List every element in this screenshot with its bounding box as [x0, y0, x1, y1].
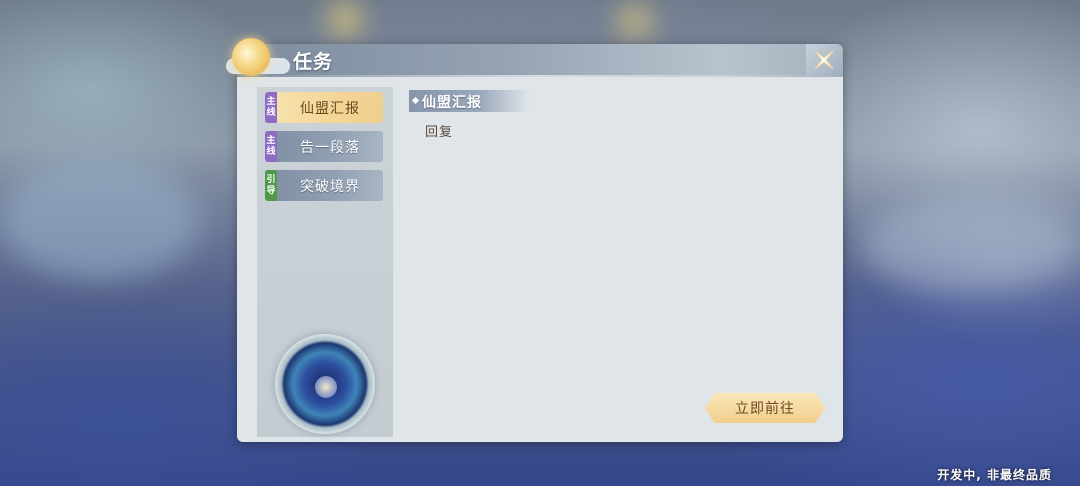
task-tag-main: 主 线 [265, 92, 277, 123]
detail-title: 仙盟汇报 [422, 95, 482, 111]
moon-icon [232, 38, 270, 76]
background-scenery [0, 160, 200, 280]
compass-core-icon [315, 376, 337, 398]
background-scenery [620, 6, 650, 36]
task-item-xianmeng-report[interactable]: 主 线 仙盟汇报 [265, 92, 383, 123]
task-panel: 主 线 仙盟汇报 主 线 告一段落 引 导 突破境界 仙盟汇报 回复 立即前往 [237, 44, 843, 442]
dev-watermark: 开发中, 非最终品质 [937, 468, 1052, 482]
task-item-breakthrough[interactable]: 引 导 突破境界 [265, 170, 383, 201]
close-button[interactable] [806, 44, 842, 76]
task-tag-main: 主 线 [265, 131, 277, 162]
go-now-label: 立即前往 [735, 401, 795, 417]
go-now-button[interactable]: 立即前往 [705, 393, 825, 423]
task-label: 告一段落 [300, 139, 360, 156]
task-tag-guide: 引 导 [265, 170, 277, 201]
task-label: 仙盟汇报 [300, 100, 360, 117]
detail-description: 回复 [425, 125, 454, 140]
close-x-icon [814, 50, 834, 70]
background-scenery [330, 4, 360, 34]
task-item-conclusion[interactable]: 主 线 告一段落 [265, 131, 383, 162]
background-scenery [860, 200, 1080, 290]
panel-title: 任务 [293, 51, 334, 73]
task-label: 突破境界 [300, 178, 360, 195]
